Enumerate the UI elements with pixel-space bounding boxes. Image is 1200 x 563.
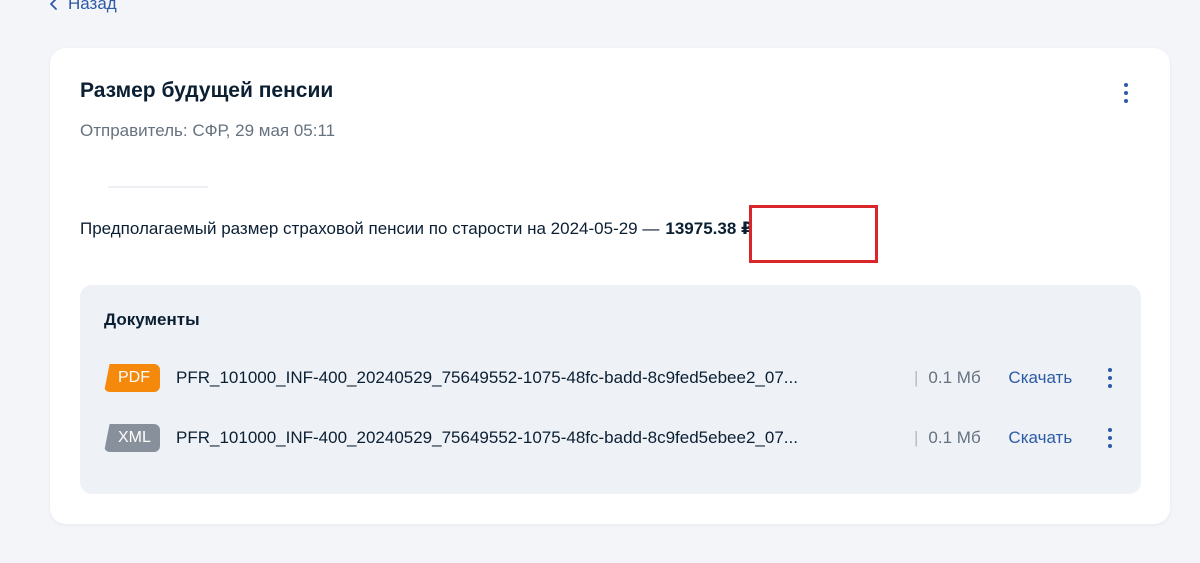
file-name[interactable]: PFR_101000_INF-400_20240529_75649552-107… [176, 428, 904, 448]
highlight-box [749, 205, 878, 263]
back-link[interactable]: Назад [48, 0, 117, 14]
file-type-label: XML [118, 429, 151, 446]
documents-title: Документы [104, 310, 200, 329]
kebab-icon [1108, 368, 1113, 372]
file-size: 0.1 Мб [928, 428, 981, 447]
download-button[interactable]: Скачать [1008, 368, 1098, 388]
xml-file-icon[interactable]: XML [104, 424, 160, 452]
kebab-dot [1108, 436, 1113, 440]
pdf-file-icon[interactable]: PDF [104, 364, 160, 392]
kebab-icon [1108, 428, 1113, 432]
pension-amount: 13975.38 ₽ [665, 219, 753, 238]
separator: | [914, 428, 919, 447]
document-row: PDF PFR_101000_INF-400_20240529_75649552… [104, 362, 1124, 394]
documents-panel: Документы PDF PFR_101000_INF-400_2024052… [80, 285, 1141, 494]
file-size: 0.1 Мб [928, 368, 981, 387]
message-title: Размер будущей пенсии [80, 79, 334, 102]
file-type-label: PDF [118, 369, 150, 386]
sender-info: Отправитель: СФР, 29 мая 05:11 [80, 121, 336, 140]
kebab-dot [1108, 444, 1113, 448]
kebab-icon [1124, 83, 1128, 87]
document-row: XML PFR_101000_INF-400_20240529_75649552… [104, 422, 1124, 454]
file-options-button[interactable] [1102, 368, 1118, 388]
kebab-dot [1108, 376, 1113, 380]
file-name[interactable]: PFR_101000_INF-400_20240529_75649552-107… [176, 368, 904, 388]
kebab-dot [1124, 91, 1128, 95]
kebab-dot [1108, 384, 1113, 388]
back-label: Назад [68, 0, 117, 13]
pension-text: Предполагаемый размер страховой пенсии п… [80, 219, 660, 238]
file-options-button[interactable] [1102, 428, 1118, 448]
download-button[interactable]: Скачать [1008, 428, 1098, 448]
kebab-dot [1124, 99, 1128, 103]
pension-info: Предполагаемый размер страховой пенсии п… [80, 219, 753, 239]
divider [108, 186, 208, 188]
more-options-button[interactable] [1118, 83, 1134, 103]
message-card: Размер будущей пенсии Отправитель: СФР, … [50, 48, 1170, 524]
chevron-left-icon [50, 0, 57, 10]
separator: | [914, 368, 919, 387]
